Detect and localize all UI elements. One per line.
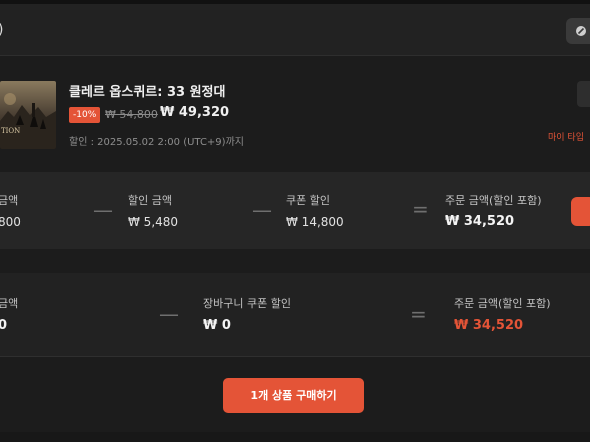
bottom-strip — [0, 432, 590, 442]
cart-item: TION 클레르 옵스퀴르: 33 원정대 -10% ₩ 54,800 ₩ 49… — [0, 56, 590, 172]
price-summary-panel: 금액 800 — 할인 금액 ₩ 5,480 — 쿠폰 할인 ₩ 14,800 … — [0, 172, 590, 249]
cart-coupon-value: ₩ 0 — [203, 318, 231, 333]
discount-period: 할인 : 2025.05.02 2:00 (UTC+9)까지 — [69, 137, 244, 148]
original-price: ₩ 54,800 — [105, 108, 158, 121]
discount-amount-value: ₩ 5,480 — [128, 215, 179, 229]
product-title[interactable]: 클레르 옵스퀴르: 33 원정대 — [69, 81, 225, 100]
final-order-label: 주문 금액(할인 포함) — [454, 297, 551, 310]
order-amount-label: 주문 금액(할인 포함) — [445, 194, 542, 207]
product-thumbnail[interactable]: TION — [0, 81, 56, 149]
product-amount-value: 800 — [0, 215, 21, 229]
total-amount-label: 금액 — [0, 297, 19, 310]
cart-total-panel: 금액 0 — 장바구니 쿠폰 할인 ₩ 0 = 주문 금액(할인 포함) ₩ 3… — [0, 273, 590, 357]
thumbnail-caption: TION — [1, 127, 20, 135]
discount-amount-label: 할인 금액 — [128, 194, 172, 207]
minus-sign: — — [93, 198, 113, 222]
order-amount-value: ₩ 34,520 — [445, 214, 515, 229]
gear-icon — [575, 22, 587, 41]
item-buy-button[interactable] — [571, 197, 590, 226]
product-amount-label: 금액 — [0, 194, 19, 207]
my-type-link[interactable]: 마이 타입 — [548, 130, 584, 143]
settings-button[interactable] — [566, 18, 590, 44]
purchase-button[interactable]: 1개 상품 구매하기 — [223, 378, 364, 413]
cart-header: ) — [0, 4, 590, 56]
sale-price: ₩ 49,320 — [160, 105, 230, 120]
minus-sign: — — [159, 302, 179, 326]
remove-item-button[interactable] — [577, 81, 590, 107]
equals-sign: = — [412, 197, 429, 221]
minus-sign: — — [252, 198, 272, 222]
final-order-value: ₩ 34,520 — [454, 318, 524, 333]
total-amount-value: 0 — [0, 318, 8, 333]
discount-badge: -10% — [69, 107, 101, 123]
coupon-discount-label: 쿠폰 할인 — [286, 194, 330, 207]
equals-sign: = — [410, 302, 427, 326]
coupon-discount-value: ₩ 14,800 — [286, 215, 344, 229]
header-title-fragment: ) — [0, 22, 3, 38]
cart-coupon-label: 장바구니 쿠폰 할인 — [203, 297, 291, 310]
